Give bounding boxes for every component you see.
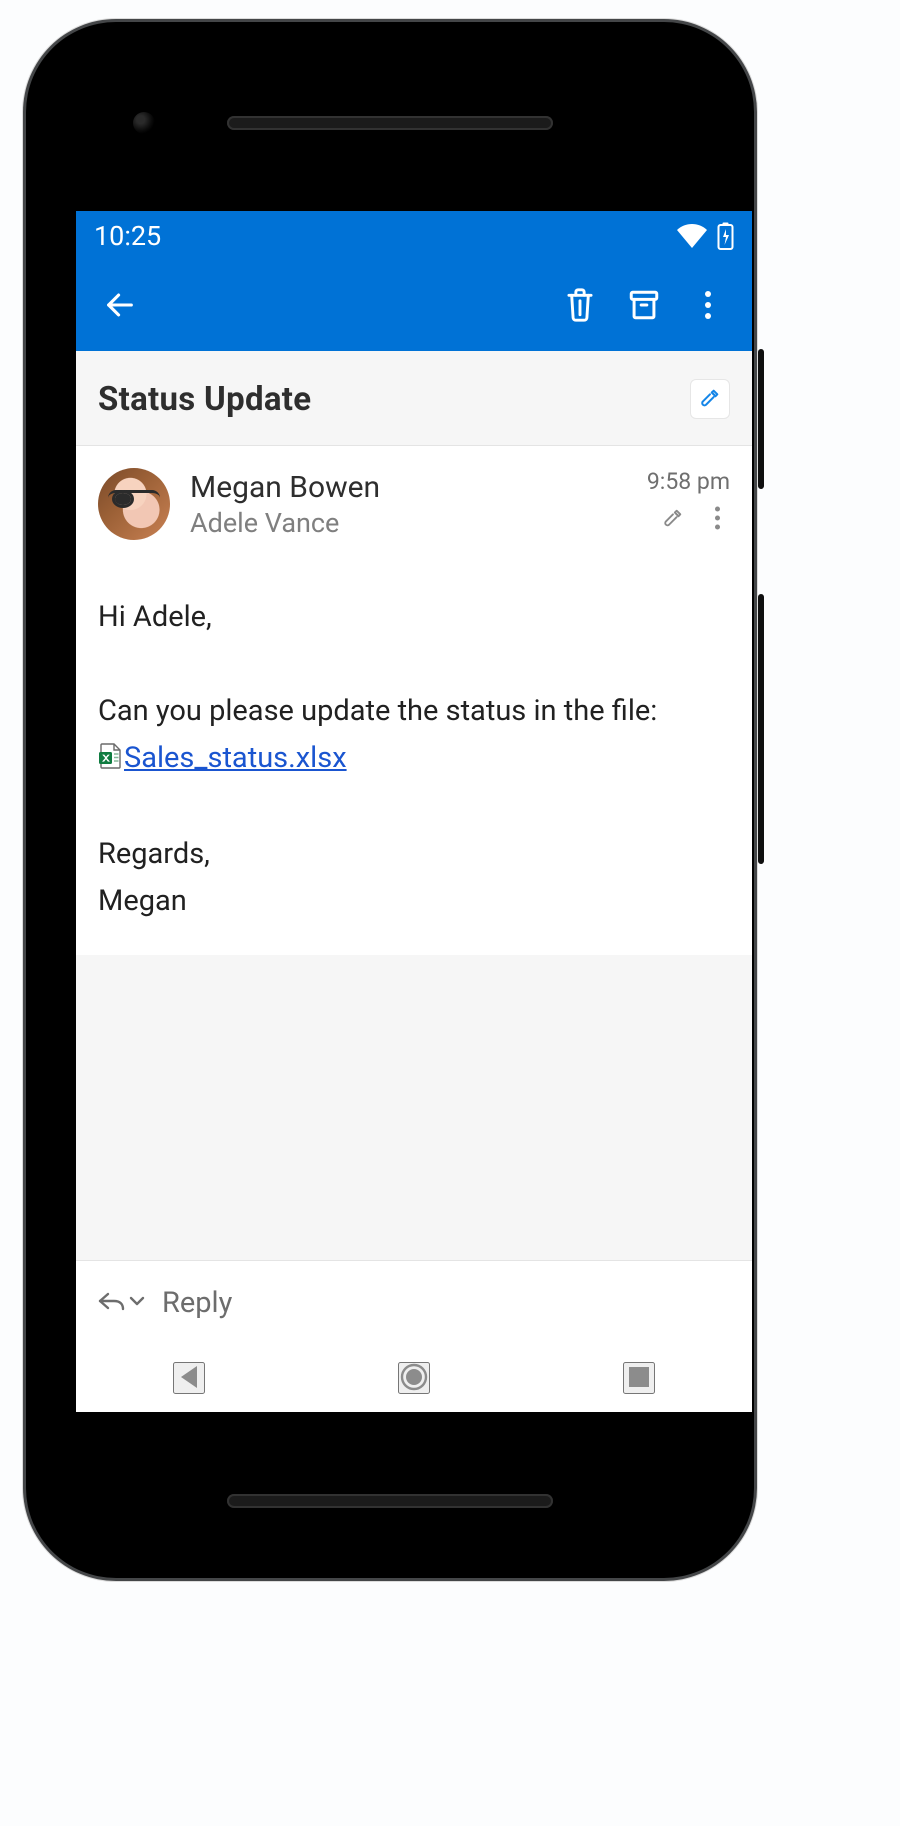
front-camera bbox=[133, 112, 155, 134]
bottom-speaker bbox=[227, 1494, 553, 1508]
body-closing-1: Regards, bbox=[98, 831, 730, 878]
more-vertical-small-icon[interactable] bbox=[704, 505, 730, 531]
avatar[interactable] bbox=[98, 468, 170, 540]
paintbrush-small-icon[interactable] bbox=[660, 505, 686, 531]
reply-bar[interactable]: Reply bbox=[76, 1260, 752, 1344]
status-time: 10:25 bbox=[94, 220, 161, 252]
volume-rocker bbox=[758, 594, 764, 864]
phone-frame: 10:25 bbox=[26, 22, 754, 1578]
wifi-icon bbox=[677, 224, 707, 248]
assist-button[interactable] bbox=[690, 379, 730, 419]
screen: 10:25 bbox=[76, 211, 752, 1412]
app-toolbar bbox=[76, 261, 752, 351]
nav-home-button[interactable] bbox=[398, 1362, 430, 1394]
sender-row: Megan Bowen Adele Vance 9:58 pm bbox=[76, 446, 752, 548]
sender-name[interactable]: Megan Bowen bbox=[190, 470, 600, 505]
power-button bbox=[758, 349, 764, 489]
more-button[interactable] bbox=[676, 274, 740, 338]
file-attachment-link[interactable]: Sales_status.xlsx bbox=[124, 741, 347, 775]
chevron-down-icon[interactable] bbox=[128, 1293, 146, 1312]
excel-file-icon bbox=[98, 737, 122, 784]
email-subject: Status Update bbox=[98, 380, 690, 419]
recipient-name[interactable]: Adele Vance bbox=[190, 507, 600, 539]
body-greeting: Hi Adele, bbox=[98, 594, 730, 641]
body-closing-2: Megan bbox=[98, 878, 730, 925]
status-bar: 10:25 bbox=[76, 211, 752, 261]
paintbrush-icon bbox=[699, 387, 721, 412]
delete-button[interactable] bbox=[548, 274, 612, 338]
arrow-left-icon bbox=[103, 288, 137, 325]
email-body: Hi Adele, Can you please update the stat… bbox=[76, 548, 752, 955]
archive-icon bbox=[627, 288, 661, 325]
triangle-back-icon bbox=[177, 1364, 201, 1393]
earpiece bbox=[227, 116, 553, 130]
reply-label[interactable]: Reply bbox=[162, 1286, 232, 1320]
more-vertical-icon bbox=[704, 290, 712, 323]
circle-home-icon bbox=[399, 1362, 429, 1395]
battery-charging-icon bbox=[717, 222, 734, 250]
android-nav-bar bbox=[76, 1344, 752, 1412]
below-body-spacer bbox=[76, 955, 752, 1260]
message-time: 9:58 pm bbox=[647, 468, 730, 495]
nav-recent-button[interactable] bbox=[623, 1362, 655, 1394]
square-recent-icon bbox=[628, 1366, 650, 1391]
body-line-1: Can you please update the status in the … bbox=[98, 688, 730, 784]
subject-row: Status Update bbox=[76, 351, 752, 446]
archive-button[interactable] bbox=[612, 274, 676, 338]
reply-arrow-icon bbox=[96, 1289, 126, 1317]
nav-back-button[interactable] bbox=[173, 1362, 205, 1394]
back-button[interactable] bbox=[88, 274, 152, 338]
trash-icon bbox=[563, 287, 597, 326]
